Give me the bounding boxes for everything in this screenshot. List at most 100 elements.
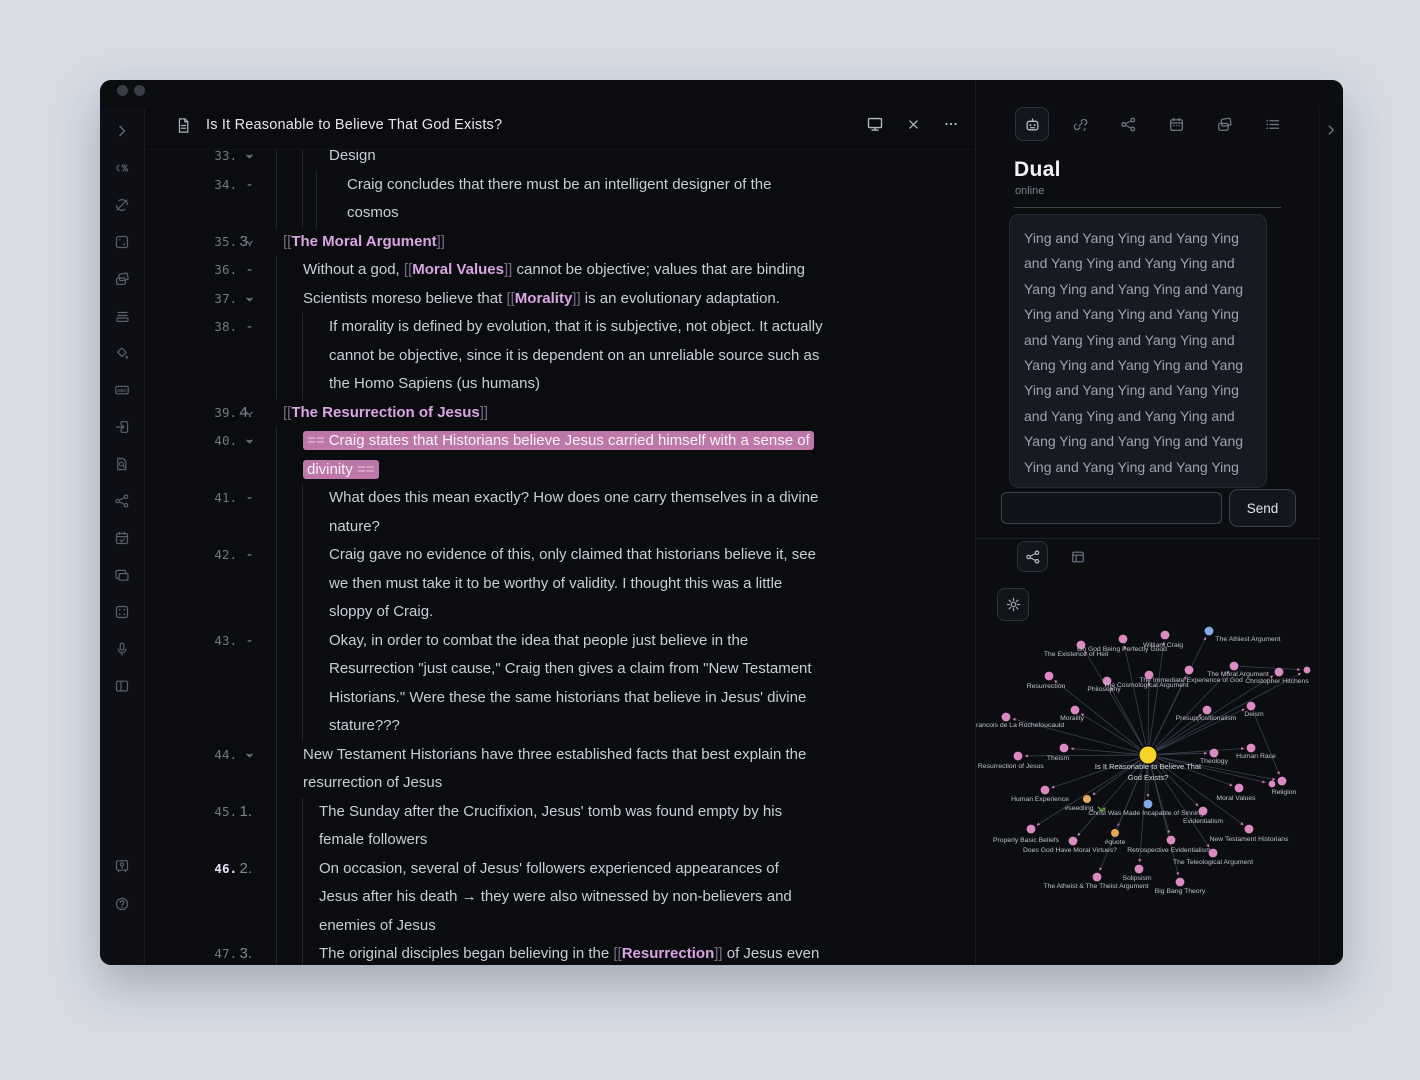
monitor-icon[interactable] <box>864 113 886 135</box>
panel-tab-list[interactable] <box>1255 107 1289 141</box>
editor-line-39: 39.4.[[The Resurrection of Jesus]] <box>145 399 975 428</box>
editor-line-42: 42.-Craig gave no evidence of this, only… <box>145 541 975 627</box>
chat-input[interactable] <box>1001 492 1222 524</box>
graph-node-label: New Testament Historians <box>1210 836 1289 843</box>
graph-node-christ-was-made-incapable-of-sinning[interactable] <box>1144 800 1153 809</box>
graph-node-the-moral-argument[interactable] <box>1230 662 1239 671</box>
graph-node-hitchens-neighbor[interactable] <box>1304 667 1311 674</box>
panel-tab-link[interactable] <box>1063 107 1097 141</box>
collapse-panel-chevron-icon[interactable] <box>1324 123 1338 137</box>
graph-node-evidentialism[interactable] <box>1199 807 1208 816</box>
graph-node-seedling-tag[interactable] <box>1083 795 1091 803</box>
editor-line-33: 33.-Design <box>145 150 975 171</box>
graph-node-the-atheist-and-the-theist-argument[interactable] <box>1093 873 1102 882</box>
graph-node-morality[interactable] <box>1071 706 1080 715</box>
panel-tab-copy-cards[interactable] <box>1207 107 1241 141</box>
code-template-icon[interactable] <box>111 157 133 179</box>
graph-node-label: Evidentialism <box>1183 818 1223 825</box>
sync-off-icon[interactable] <box>111 194 133 216</box>
left-rail-icons <box>100 120 144 697</box>
graph-node-theology[interactable] <box>1210 749 1219 758</box>
wikilink[interactable]: Moral Values <box>412 261 504 278</box>
wikilink[interactable]: The Moral Argument <box>291 233 436 250</box>
send-button[interactable]: Send <box>1229 489 1296 527</box>
graph-edge <box>1110 687 1143 746</box>
graph-node-human-race[interactable] <box>1247 744 1256 753</box>
video-card-icon[interactable] <box>111 564 133 586</box>
list-marker: - <box>247 541 252 570</box>
dice-icon[interactable] <box>111 601 133 623</box>
graph-node-presuppositionalism[interactable] <box>1203 706 1212 715</box>
indent-guide <box>276 150 277 171</box>
list-marker: - <box>247 484 252 513</box>
layout-sidebar-icon[interactable] <box>111 675 133 697</box>
graph-node-label: The Athiest Argument <box>1216 636 1281 643</box>
wikilink[interactable]: Morality <box>515 290 573 307</box>
panel-tab-robot[interactable] <box>1015 107 1049 141</box>
editor-header: Is It Reasonable to Believe That God Exi… <box>145 80 975 150</box>
chevron-right-icon[interactable] <box>111 120 133 142</box>
graph-node-francois-de-la-rochefoucauld[interactable] <box>1002 713 1011 722</box>
help-icon[interactable] <box>111 893 133 915</box>
graph-icon[interactable] <box>111 490 133 512</box>
graph-node-is-it-reasonable-to-believe-that-god-exists[interactable] <box>1140 747 1157 764</box>
graph-node-label: Religion <box>1272 789 1297 796</box>
indent-guide <box>276 798 277 855</box>
graph-toolbar-tab-table-list[interactable] <box>1062 541 1093 572</box>
graph-toolbar-tab-graph[interactable] <box>1017 541 1048 572</box>
graph-node-theism[interactable] <box>1060 744 1069 753</box>
traffic-light-close[interactable] <box>117 85 128 96</box>
indent-guide <box>302 627 303 741</box>
more-options-icon[interactable] <box>940 113 962 135</box>
graph-node-william-craig[interactable] <box>1161 631 1170 640</box>
paint-bucket-icon[interactable] <box>111 342 133 364</box>
editor-line-43: 43.-Okay, in order to combat the idea th… <box>145 627 975 741</box>
graph-node-big-bang-theory[interactable] <box>1176 878 1185 887</box>
wikilink[interactable]: The Resurrection of Jesus <box>291 404 479 421</box>
copy-cards-icon[interactable] <box>111 268 133 290</box>
abc-box-icon[interactable] <box>111 379 133 401</box>
file-search-icon[interactable] <box>111 453 133 475</box>
list-marker: - <box>247 171 252 200</box>
image-box-icon[interactable] <box>111 231 133 253</box>
stacked-rows-icon[interactable] <box>111 305 133 327</box>
microphone-icon[interactable] <box>111 638 133 660</box>
graph-node-label: Retrospective Evidentialism <box>1127 847 1211 854</box>
settings-icon[interactable] <box>111 931 133 953</box>
graph-node-label: Does God Have Moral Virtues? <box>1023 847 1117 854</box>
graph-node-moral-values[interactable] <box>1235 784 1244 793</box>
panel-tab-calendar[interactable] <box>1159 107 1193 141</box>
editor-line-36: 36.-Without a god, [[Moral Values]] cann… <box>145 256 975 285</box>
graph-settings-button[interactable] <box>997 588 1029 621</box>
graph-node-the-immediate-experience-of-god[interactable] <box>1185 666 1194 675</box>
line-text: -Without a god, [[Moral Values]] cannot … <box>259 256 919 285</box>
graph-node-the-resurrection-of-jesus[interactable] <box>1014 752 1023 761</box>
sign-in-icon[interactable] <box>111 416 133 438</box>
graph-node-religion[interactable] <box>1278 777 1287 786</box>
page-title: Is It Reasonable to Believe That God Exi… <box>206 117 502 133</box>
close-icon[interactable] <box>902 113 924 135</box>
graph-node-christopher-hitchens[interactable] <box>1275 668 1284 677</box>
graph-node-resurrection[interactable] <box>1045 672 1054 681</box>
graph-node-new-testament-historians[interactable] <box>1245 825 1254 834</box>
graph-node-properly-basic-beliefs[interactable] <box>1027 825 1036 834</box>
graph-node-solipsism[interactable] <box>1135 865 1144 874</box>
graph-node-deism[interactable] <box>1247 702 1256 711</box>
vault-icon[interactable] <box>111 855 133 877</box>
graph-node-on-god-being-perfectly-good[interactable] <box>1119 635 1128 644</box>
traffic-light-minimize[interactable] <box>134 85 145 96</box>
graph-node-religion-neighbor[interactable] <box>1269 781 1276 788</box>
wikilink[interactable]: Resurrection <box>622 945 715 962</box>
graph-node-does-god-have-moral-virtues[interactable] <box>1069 837 1078 846</box>
calendar-check-icon[interactable] <box>111 527 133 549</box>
graph-node-the-teleological-argument[interactable] <box>1209 849 1218 858</box>
list-marker: - <box>247 427 252 456</box>
line-text: -New Testament Historians have three est… <box>259 741 919 798</box>
panel-tab-graph[interactable] <box>1111 107 1145 141</box>
graph-node-human-experience[interactable] <box>1041 786 1050 795</box>
indent-guide <box>276 741 277 798</box>
graph-node-retrospective-evidentialism[interactable] <box>1167 836 1176 845</box>
graph-node-the-athiest-argument[interactable] <box>1205 627 1214 636</box>
graph-node-quote-tag[interactable] <box>1111 829 1119 837</box>
highlighted-text: divinity == <box>303 460 379 479</box>
